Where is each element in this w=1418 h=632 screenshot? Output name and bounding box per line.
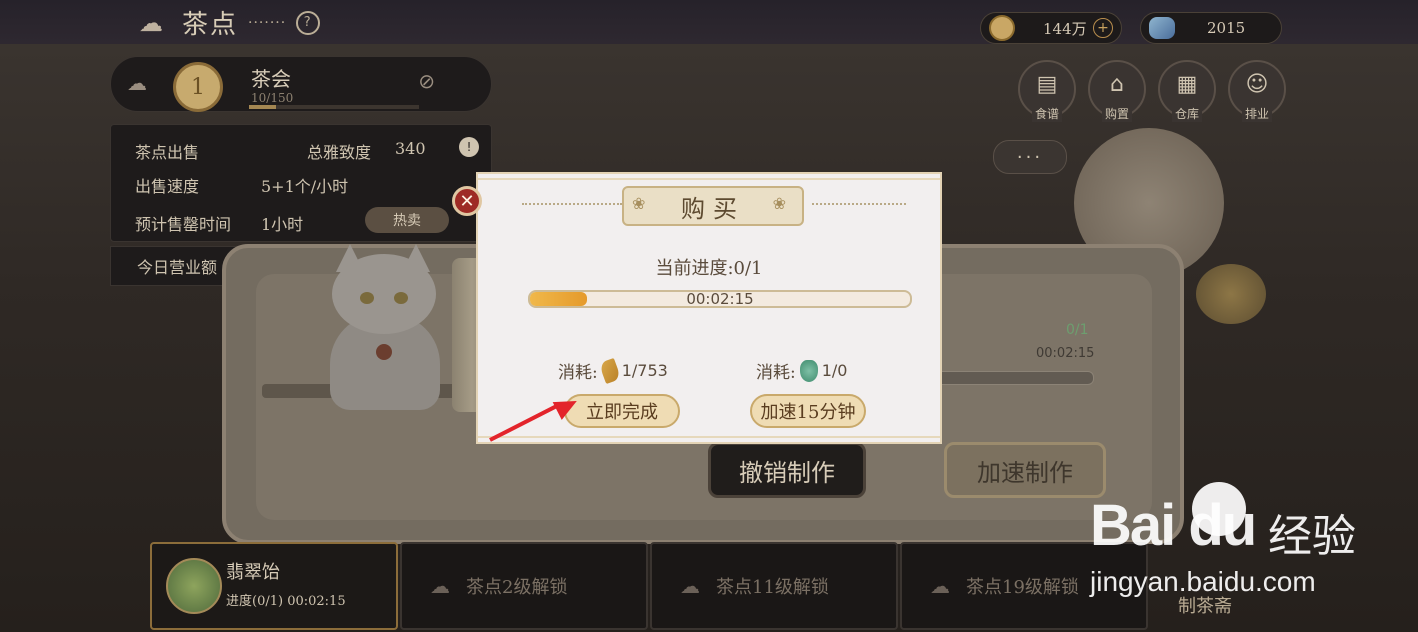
title-divider <box>522 203 622 205</box>
dialog-progress-bar: 00:02:15 <box>528 290 912 308</box>
tea-leaf-icon <box>598 357 622 384</box>
cost-value: 1/753 <box>621 361 668 380</box>
watermark-logo: Bai du <box>1090 493 1257 558</box>
cost-label: 消耗: <box>756 363 796 383</box>
teapot-icon <box>799 359 818 382</box>
dialog-title: 购买 <box>622 186 804 226</box>
dialog-timer: 00:02:15 <box>686 290 754 308</box>
title-divider <box>812 203 906 205</box>
baidu-watermark: Bai du 经验 jingyan.baidu.com <box>1090 482 1410 602</box>
watermark-url: jingyan.baidu.com <box>1090 566 1316 597</box>
speedup-15min-button[interactable]: 加速15分钟 <box>750 394 866 428</box>
cost-instant: 消耗: 1/753 <box>558 357 668 384</box>
purchase-dialog: 购买 当前进度:0/1 00:02:15 消耗: 1/753 消耗: 1/0 立… <box>476 172 942 444</box>
complete-now-button[interactable]: 立即完成 <box>564 394 680 428</box>
close-icon[interactable]: ✕ <box>452 186 482 216</box>
cost-label: 消耗: <box>558 363 598 383</box>
cost-speedup: 消耗: 1/0 <box>756 358 847 383</box>
cost-value: 1/0 <box>821 361 848 380</box>
current-progress-label: 当前进度:0/1 <box>655 258 763 279</box>
watermark-cn: 经验 <box>1268 511 1356 562</box>
